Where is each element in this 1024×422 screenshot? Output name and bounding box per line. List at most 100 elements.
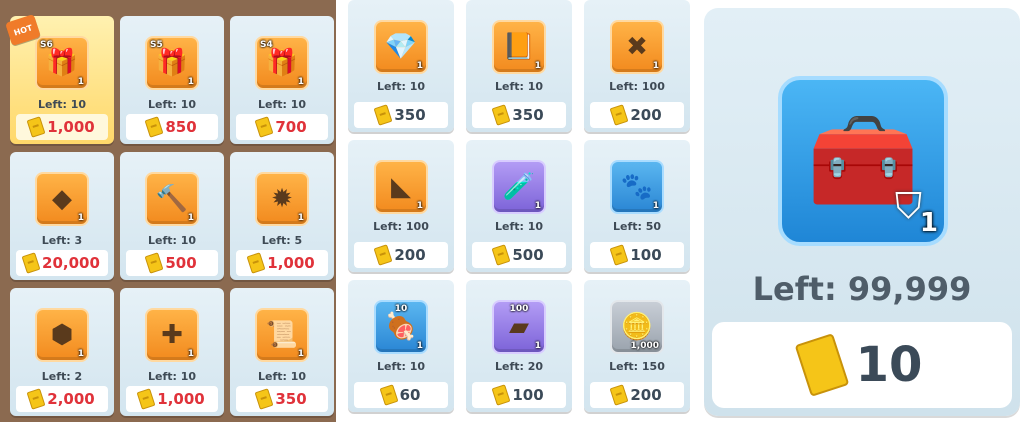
price-bar[interactable]: 350 <box>472 102 566 128</box>
item-quantity: 1 <box>297 349 304 359</box>
price-bar[interactable]: 200 <box>590 102 684 128</box>
item-glyph: 💎 <box>384 32 418 62</box>
item-tag: 100 <box>509 304 529 314</box>
crystal-ore-icon: ◆ 1 <box>35 172 89 226</box>
shop-item-card[interactable]: ✖ 1 Left: 100 200 <box>584 0 690 132</box>
item-tag: S4 <box>260 40 273 50</box>
item-detail-panel: 🧰 ⛉ 1 Left: 99,999 10 <box>700 0 1024 422</box>
stock-left-label: Left: 3 <box>41 234 83 247</box>
item-glyph: ◆ <box>52 184 72 214</box>
item-glyph: 🎁 <box>265 48 299 78</box>
item-quantity: 1 <box>187 77 194 87</box>
price-bar[interactable]: 700 <box>236 114 328 140</box>
parchment-icon: ▰ 100 1 <box>492 300 546 354</box>
price-label: 500 <box>165 254 197 272</box>
item-tag: S6 <box>40 40 53 50</box>
ticket-icon <box>379 384 399 406</box>
price-bar[interactable]: 20,000 <box>16 250 108 276</box>
price-label: 1,000 <box>267 254 315 272</box>
item-glyph: 📙 <box>502 32 536 62</box>
shop-item-card[interactable]: ▰ 100 1 Left: 20 100 <box>466 280 572 412</box>
price-bar[interactable]: 2,000 <box>16 386 108 412</box>
price-label: 200 <box>630 386 662 404</box>
shop-item-card[interactable]: ◆ 1 Left: 3 20,000 <box>10 152 114 280</box>
shop-item-card[interactable]: 📜 1 Left: 10 350 <box>230 288 334 416</box>
shop-item-card[interactable]: 🐾 1 Left: 50 100 <box>584 140 690 272</box>
stock-left-label: Left: 50 <box>612 220 662 233</box>
fragment-icon: ◣ 1 <box>374 160 428 214</box>
stock-left-label: Left: 10 <box>494 220 544 233</box>
item-glyph: ✖ <box>626 32 648 62</box>
stock-left-label: Left: 100 <box>373 220 429 233</box>
item-quantity: 1 <box>77 349 84 359</box>
shop-item-card[interactable]: ◣ 1 Left: 100 200 <box>348 140 454 272</box>
stock-left-label: Left: 10 <box>37 98 87 111</box>
item-glyph: 🧪 <box>502 172 536 202</box>
item-quantity: 1 <box>187 213 194 223</box>
selected-item-card[interactable]: 🧰 ⛉ 1 Left: 99,999 10 <box>704 8 1020 416</box>
price-bar[interactable]: 500 <box>472 242 566 268</box>
item-quantity: 1 <box>187 349 194 359</box>
item-glyph: 🐾 <box>620 172 654 202</box>
shop-item-card[interactable]: ✹ 1 Left: 5 1,000 <box>230 152 334 280</box>
ticket-icon <box>144 252 164 274</box>
price-label: 10 <box>855 337 923 393</box>
price-bar[interactable]: 1,000 <box>236 250 328 276</box>
price-bar[interactable]: 200 <box>590 382 684 408</box>
middle-shop-panel: 💎 1 Left: 10 350 📙 1 Left: 10 350 ✖ 1 Left: 100 200… <box>342 0 698 422</box>
dark-stone-icon: ⬢ 1 <box>35 308 89 362</box>
price-bar[interactable]: 60 <box>354 382 448 408</box>
price-bar[interactable]: 1,000 <box>126 386 218 412</box>
item-glyph: ⬢ <box>50 320 74 350</box>
price-bar[interactable]: 200 <box>354 242 448 268</box>
price-bar[interactable]: 350 <box>354 102 448 128</box>
gold-coin-icon: 🪙 1,000 <box>610 300 664 354</box>
stock-left-label: Left: 150 <box>609 360 665 373</box>
item-tag: 10 <box>394 304 408 314</box>
price-bar[interactable]: 850 <box>126 114 218 140</box>
item-quantity: 1 <box>534 61 541 71</box>
hammer-icon: 🔨 1 <box>145 172 199 226</box>
shop-item-card[interactable]: 🧪 1 Left: 10 500 <box>466 140 572 272</box>
price-label: 100 <box>512 386 544 404</box>
price-bar[interactable]: 100 <box>590 242 684 268</box>
shop-item-card[interactable]: ⬢ 1 Left: 2 2,000 <box>10 288 114 416</box>
price-bar[interactable]: 1,000 <box>16 114 108 140</box>
stock-left-label: Left: 10 <box>147 370 197 383</box>
item-glyph: ▰ <box>509 312 529 342</box>
stock-left-label: Left: 10 <box>376 360 426 373</box>
stock-left-label: Left: 10 <box>376 80 426 93</box>
item-quantity: 1 <box>416 61 423 71</box>
price-label: 700 <box>275 118 307 136</box>
price-label: 1,000 <box>157 390 205 408</box>
shop-item-card[interactable]: 🍖 10 1 Left: 10 60 <box>348 280 454 412</box>
ticket-icon <box>794 333 849 397</box>
shop-item-card[interactable]: 🔨 1 Left: 10 500 <box>120 152 224 280</box>
shop-item-card[interactable]: 🎁 S5 1 Left: 10 850 <box>120 16 224 144</box>
price-bar[interactable]: 350 <box>236 386 328 412</box>
buy-button[interactable]: 10 <box>712 322 1012 408</box>
stock-left-label: Left: 100 <box>609 80 665 93</box>
item-quantity: 1 <box>652 201 659 211</box>
shop-item-card[interactable]: 💎 1 Left: 10 350 <box>348 0 454 132</box>
shop-item-card[interactable]: 📙 1 Left: 10 350 <box>466 0 572 132</box>
price-label: 100 <box>630 246 662 264</box>
item-glyph: ✹ <box>271 184 293 214</box>
shop-item-card[interactable]: 🪙 1,000 Left: 150 200 <box>584 280 690 412</box>
ticket-icon <box>254 116 274 138</box>
price-label: 2,000 <box>47 390 95 408</box>
stock-left-label: Left: 2 <box>41 370 83 383</box>
shop-item-card[interactable]: ✚ 1 Left: 10 1,000 <box>120 288 224 416</box>
item-glyph: 📜 <box>265 320 299 350</box>
price-label: 1,000 <box>47 118 95 136</box>
price-label: 350 <box>394 106 426 124</box>
item-tag: S5 <box>150 40 163 50</box>
price-bar[interactable]: 100 <box>472 382 566 408</box>
ticket-icon <box>491 104 511 126</box>
shop-item-card[interactable]: 🎁 S4 1 Left: 10 700 <box>230 16 334 144</box>
price-bar[interactable]: 500 <box>126 250 218 276</box>
ticket-icon <box>491 244 511 266</box>
ticket-icon <box>609 384 629 406</box>
ticket-icon <box>609 104 629 126</box>
item-quantity: 1 <box>416 201 423 211</box>
